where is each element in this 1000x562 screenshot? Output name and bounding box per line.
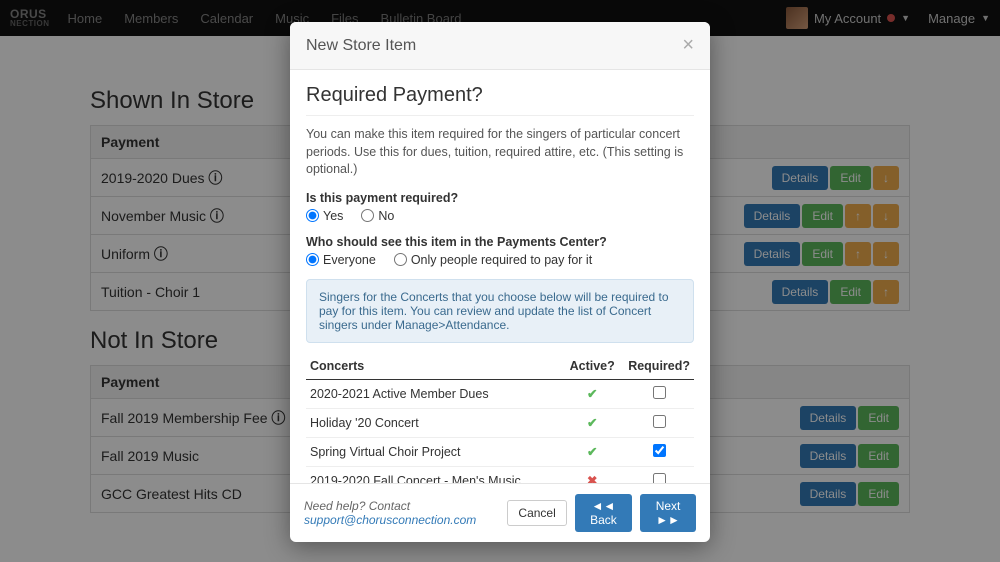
visibility-required-radio[interactable] [394, 253, 407, 266]
concert-name: Holiday '20 Concert [306, 408, 560, 437]
concert-row: 2019-2020 Fall Concert - Men's Music✖ [306, 466, 694, 483]
modal-body: Required Payment? You can make this item… [290, 70, 710, 483]
required-checkbox[interactable] [653, 415, 666, 428]
divider [306, 115, 694, 116]
support-email-link[interactable]: support@chorusconnection.com [304, 513, 476, 527]
concert-row: Spring Virtual Choir Project✔ [306, 437, 694, 466]
required-checkbox[interactable] [653, 444, 666, 457]
back-button[interactable]: ◄◄ Back [575, 494, 632, 532]
required-no-radio[interactable] [361, 209, 374, 222]
active-x-icon: ✖ [560, 466, 624, 483]
col-required: Required? [624, 353, 694, 380]
concert-row: 2020-2021 Active Member Dues✔ [306, 379, 694, 408]
visibility-everyone-radio[interactable] [306, 253, 319, 266]
visibility-question-label: Who should see this item in the Payments… [306, 235, 694, 249]
active-check-icon: ✔ [560, 379, 624, 408]
required-radio-group: Yes No [306, 209, 694, 223]
concert-name: Spring Virtual Choir Project [306, 437, 560, 466]
cancel-button[interactable]: Cancel [507, 500, 566, 526]
help-text: Need help? Contact support@chorusconnect… [304, 499, 499, 527]
modal-description: You can make this item required for the … [306, 126, 694, 179]
modal-overlay: New Store Item × Required Payment? You c… [0, 0, 1000, 562]
col-concerts: Concerts [306, 353, 560, 380]
required-yes-radio[interactable] [306, 209, 319, 222]
concert-name: 2020-2021 Active Member Dues [306, 379, 560, 408]
active-check-icon: ✔ [560, 437, 624, 466]
modal-title: New Store Item [306, 37, 416, 55]
required-cell [624, 408, 694, 437]
visibility-everyone-option[interactable]: Everyone [306, 253, 376, 267]
modal-heading: Required Payment? [306, 84, 694, 107]
required-checkbox[interactable] [653, 473, 666, 484]
next-button[interactable]: Next ►► [640, 494, 696, 532]
concert-row: Holiday '20 Concert✔ [306, 408, 694, 437]
modal-header: New Store Item × [290, 22, 710, 70]
visibility-required-option[interactable]: Only people required to pay for it [394, 253, 592, 267]
active-check-icon: ✔ [560, 408, 624, 437]
required-checkbox[interactable] [653, 386, 666, 399]
required-question-label: Is this payment required? [306, 191, 694, 205]
modal-footer: Need help? Contact support@chorusconnect… [290, 483, 710, 542]
required-cell [624, 379, 694, 408]
concert-name: 2019-2020 Fall Concert - Men's Music [306, 466, 560, 483]
required-cell [624, 437, 694, 466]
required-yes-option[interactable]: Yes [306, 209, 343, 223]
concerts-table: Concerts Active? Required? 2020-2021 Act… [306, 353, 694, 484]
col-active: Active? [560, 353, 624, 380]
info-callout: Singers for the Concerts that you choose… [306, 279, 694, 343]
new-store-item-modal: New Store Item × Required Payment? You c… [290, 22, 710, 542]
close-icon[interactable]: × [682, 34, 694, 57]
visibility-radio-group: Everyone Only people required to pay for… [306, 253, 694, 267]
required-cell [624, 466, 694, 483]
required-no-option[interactable]: No [361, 209, 394, 223]
